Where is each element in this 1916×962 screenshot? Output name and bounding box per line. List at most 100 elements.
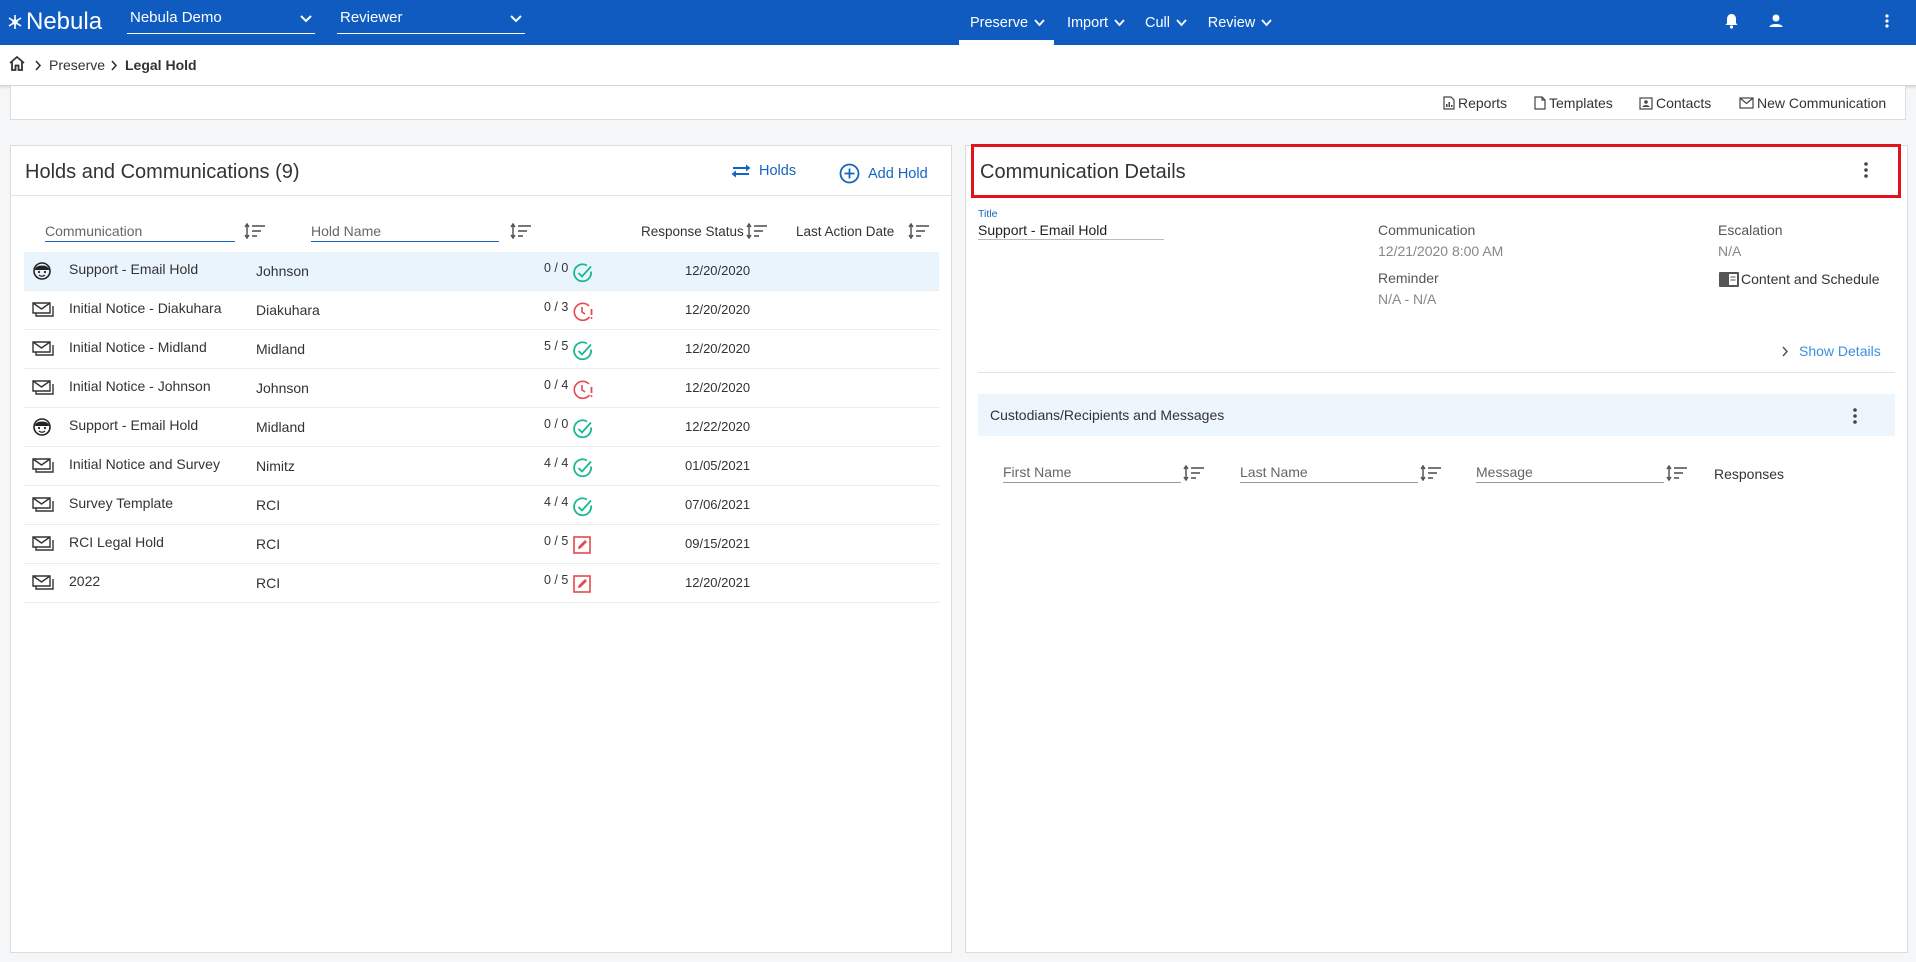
role-select-value: Reviewer [340,9,403,26]
holds-toggle-button[interactable]: Holds [731,163,796,179]
envelope-stack-icon [32,339,54,360]
nav-preserve[interactable]: Preserve [965,0,1050,45]
sort-icon[interactable] [746,223,768,239]
escalation-value: N/A [1718,243,1742,259]
last-action-date-cell: 12/20/2020 [685,302,751,317]
reports-label: Reports [1458,95,1508,111]
status-complete-icon [572,418,594,443]
nav-review-label: Review [1207,14,1256,31]
home-icon[interactable] [8,55,26,72]
chevron-right-icon [1782,346,1789,356]
nav-review[interactable]: Review [1204,0,1276,45]
communication-cell: RCI Legal Hold [69,534,164,550]
response-status-cell: 0 / 0 [544,261,569,275]
sort-icon[interactable] [1666,465,1688,481]
breadcrumb-preserve[interactable]: Preserve [49,57,105,73]
envelope-stack-icon [32,456,54,477]
nav-cull[interactable]: Cull [1141,0,1191,45]
hold-name-cell: RCI [256,497,281,513]
legal-hold-toolbar: Reports Templates Contacts New Communica… [10,86,1906,120]
table-row[interactable]: Initial Notice - Diakuhara Diakuhara 0 / 3… [24,291,939,330]
swap-horizontal-icon [731,164,751,178]
chevron-down-icon [1114,18,1125,26]
table-row[interactable]: Initial Notice - Midland Midland 5 / 5 12/2… [24,330,939,369]
hold-name-cell: Midland [256,341,306,357]
last-action-date-cell: 12/20/2021 [685,575,751,590]
top-bar: Nebula Nebula Demo Reviewer Preserve Imp… [0,0,1916,45]
last-name-column-filter[interactable]: Last Name [1240,464,1418,483]
message-column-filter[interactable]: Message [1476,464,1664,483]
sort-icon[interactable] [1420,465,1442,481]
communication-label: Communication [1378,222,1476,238]
envelope-stack-icon [32,495,54,516]
content-and-schedule-label: Content and Schedule [1741,271,1880,287]
last-action-date-cell: 12/20/2020 [685,380,751,395]
responses-column: Responses [1714,466,1785,482]
add-hold-button[interactable]: Add Hold [839,163,928,184]
communication-value: 12/21/2020 8:00 AM [1378,243,1504,259]
templates-button[interactable]: Templates [1534,95,1613,111]
more-vertical-icon[interactable] [1863,161,1869,179]
panel-header-divider [11,195,951,196]
table-row[interactable]: Survey Template RCI 4 / 4 07/06/2021 [24,486,939,525]
response-status-cell: 0 / 4 [544,378,569,392]
communication-cell: Initial Notice - Diakuhara [69,300,222,316]
more-vertical-icon[interactable] [1884,12,1890,30]
hold-name-cell: Johnson [256,263,309,279]
new-communication-button[interactable]: New Communication [1739,95,1886,111]
response-status-cell: 0 / 3 [544,300,569,314]
more-vertical-icon[interactable] [1852,407,1858,425]
reminder-value: N/A - N/A [1378,291,1437,307]
hold-name-column-filter[interactable]: Hold Name [311,223,499,242]
content-and-schedule-link[interactable]: Content and Schedule [1718,270,1880,288]
title-field-value: Support - Email Hold [978,222,1164,240]
nebula-logo-icon [8,15,22,29]
chevron-right-icon [35,60,42,71]
report-icon [1443,96,1455,110]
hold-name-cell: Midland [256,419,306,435]
table-row[interactable]: Support - Email Hold Johnson 0 / 0 12/20/20… [24,252,939,291]
table-row[interactable]: Support - Email Hold Midland 0 / 0 12/22/20… [24,408,939,447]
nav-import[interactable]: Import [1062,0,1130,45]
hold-name-cell: RCI [256,536,281,552]
show-details-link[interactable]: Show Details [1781,343,1881,359]
holds-panel-title: Holds and Communications (9) [25,161,300,183]
table-row[interactable]: Initial Notice and Survey Nimitz 4 / 4 01/0… [24,447,939,486]
contacts-label: Contacts [1656,95,1712,111]
bell-icon[interactable] [1723,12,1740,30]
reminder-label: Reminder [1378,270,1439,286]
hold-name-cell: Diakuhara [256,302,320,318]
communication-cell: Initial Notice - Johnson [69,378,211,394]
holds-button-label: Holds [759,163,797,179]
project-select[interactable]: Nebula Demo [127,6,315,34]
show-details-label: Show Details [1799,343,1881,359]
holds-communications-panel: Holds and Communications (9) Holds Add H… [10,145,952,953]
support-agent-icon [32,261,52,284]
response-status-cell: 4 / 4 [544,456,569,470]
sort-icon[interactable] [908,223,930,239]
nav-cull-label: Cull [1145,14,1170,31]
communication-cell: Support - Email Hold [69,261,199,277]
logo-text: Nebula [26,8,103,35]
table-row[interactable]: RCI Legal Hold RCI 0 / 5 09/15/2021 [24,525,939,564]
chevron-down-icon [1261,18,1272,26]
table-row[interactable]: Initial Notice - Johnson Johnson 0 / 4 12/2… [24,369,939,408]
first-name-column-filter[interactable]: First Name [1003,464,1181,483]
sort-icon[interactable] [1183,465,1205,481]
role-select[interactable]: Reviewer [337,6,525,34]
contacts-button[interactable]: Contacts [1639,95,1711,111]
user-icon[interactable] [1767,12,1785,30]
escalation-label: Escalation [1718,222,1783,238]
communication-details-title: Communication Details [980,161,1186,183]
sort-icon[interactable] [510,223,532,239]
nebula-logo[interactable]: Nebula [6,8,102,36]
table-row[interactable]: 2022 RCI 0 / 5 12/20/2021 [24,564,939,603]
communication-column-filter[interactable]: Communication [45,223,235,242]
communication-cell: Initial Notice and Survey [69,456,220,472]
project-select-value: Nebula Demo [130,9,222,26]
reports-button[interactable]: Reports [1443,95,1507,111]
nav-preserve-label: Preserve [969,14,1029,31]
status-draft-icon [572,535,592,558]
envelope-stack-icon [32,573,54,594]
sort-icon[interactable] [244,223,266,239]
